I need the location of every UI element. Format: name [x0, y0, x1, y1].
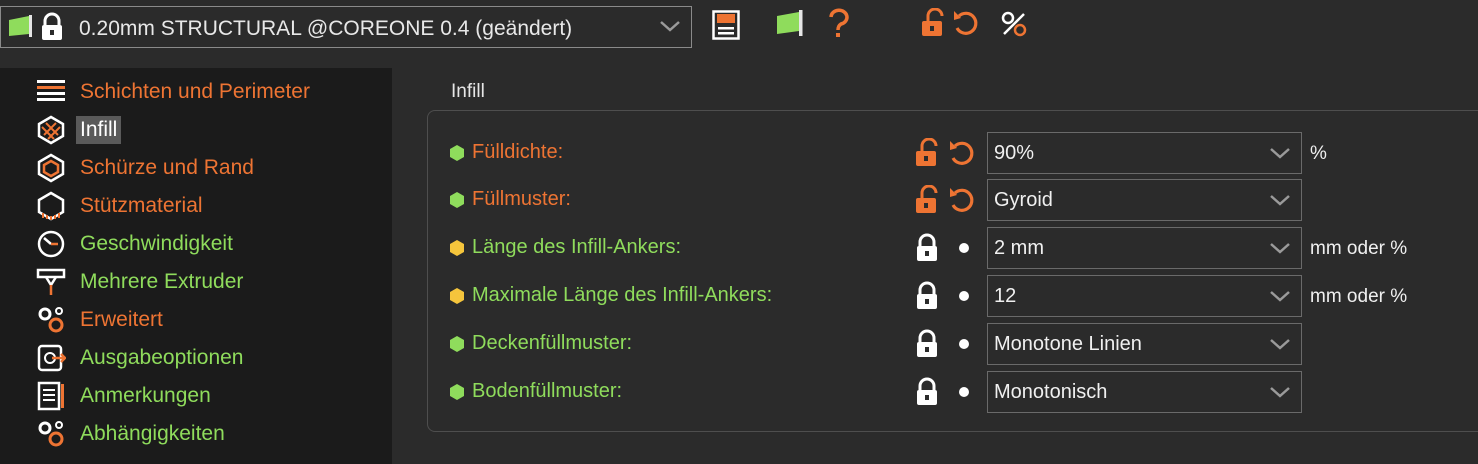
preset-name: 0.20mm STRUCTURAL @COREONE 0.4 (geändert… — [79, 17, 573, 40]
setting-row-infill-anchor: Länge des Infill-Ankers: 2 mm mm oder % — [428, 227, 1478, 269]
combo-value: 12 — [994, 285, 1017, 307]
setting-label: Fülldichte: — [472, 141, 564, 163]
sidebar-item-label: Infill — [76, 116, 122, 144]
chevron-down-icon — [1269, 289, 1291, 308]
infill-anchor-combo[interactable]: 2 mm — [987, 227, 1302, 269]
mode-advanced-icon — [450, 240, 464, 261]
support-icon — [36, 191, 66, 221]
sidebar-item-layers[interactable]: Schichten und Perimeter — [36, 74, 314, 110]
infill-settings-panel: Fülldichte: 90% % Füllmuster: Gyroid Län… — [427, 110, 1478, 432]
mode-simple-icon — [450, 145, 464, 166]
sidebar-item-speed[interactable]: Geschwindigkeit — [36, 226, 237, 262]
setting-unit: mm oder % — [1310, 286, 1408, 307]
mode-simple-icon — [450, 192, 464, 213]
lock-icon[interactable] — [914, 329, 940, 364]
sidebar-item-label: Schürze und Rand — [80, 156, 254, 179]
bullet-icon — [959, 243, 969, 253]
bullet-icon — [959, 387, 969, 397]
sidebar: Schichten und Perimeter Infill Schürze u… — [0, 68, 392, 464]
bullet-icon — [959, 291, 969, 301]
infill-anchor-max-combo[interactable]: 12 — [987, 275, 1302, 317]
sidebar-item-label: Mehrere Extruder — [80, 270, 244, 293]
setting-row-top-fill-pattern: Deckenfüllmuster: Monotone Linien — [428, 323, 1478, 365]
lock-icon[interactable] — [914, 233, 940, 268]
lock-icon[interactable] — [914, 377, 940, 412]
dependencies-icon — [36, 419, 66, 449]
undo-icon[interactable] — [952, 8, 980, 43]
sidebar-item-notes[interactable]: Anmerkungen — [36, 378, 215, 414]
chevron-down-icon — [1269, 241, 1291, 260]
combo-value: Gyroid — [994, 189, 1053, 211]
skirt-icon — [36, 153, 66, 183]
lock-icon[interactable] — [914, 281, 940, 316]
question-icon[interactable] — [826, 8, 852, 45]
sidebar-item-label: Stützmaterial — [80, 194, 203, 217]
compare-icon[interactable] — [1000, 10, 1030, 43]
sidebar-item-label: Ausgabeoptionen — [80, 346, 244, 369]
top-fill-pattern-combo[interactable]: Monotone Linien — [987, 323, 1302, 365]
chevron-down-icon — [1269, 193, 1291, 212]
setting-unit: % — [1310, 143, 1327, 164]
combo-value: Monotone Linien — [994, 333, 1142, 355]
layers-icon — [36, 77, 66, 107]
sidebar-item-extruders[interactable]: Mehrere Extruder — [36, 264, 247, 300]
bullet-icon — [959, 339, 969, 349]
sidebar-item-dependencies[interactable]: Abhängigkeiten — [36, 416, 229, 452]
sidebar-item-label: Erweitert — [80, 308, 163, 331]
sidebar-item-infill[interactable]: Infill — [36, 112, 122, 148]
mode-simple-icon — [450, 384, 464, 405]
setting-label: Füllmuster: — [472, 188, 571, 210]
speed-icon — [36, 229, 66, 259]
chevron-down-icon — [1269, 146, 1291, 165]
sidebar-item-skirt[interactable]: Schürze und Rand — [36, 150, 258, 186]
output-icon — [36, 343, 66, 373]
setting-row-fill-pattern: Füllmuster: Gyroid — [428, 179, 1478, 221]
extruder-icon — [36, 267, 66, 297]
fill-density-combo[interactable]: 90% — [987, 132, 1302, 174]
sidebar-item-advanced[interactable]: Erweitert — [36, 302, 167, 338]
save-icon[interactable] — [712, 10, 740, 45]
sidebar-item-label: Schichten und Perimeter — [80, 80, 310, 103]
gears-icon — [36, 305, 66, 335]
sidebar-item-label: Anmerkungen — [80, 384, 211, 407]
undo-icon[interactable] — [948, 185, 976, 220]
notes-icon — [36, 381, 66, 411]
setting-row-bottom-fill-pattern: Bodenfüllmuster: Monotonisch — [428, 371, 1478, 413]
flag-icon[interactable] — [776, 10, 804, 41]
sidebar-item-support[interactable]: Stützmaterial — [36, 188, 207, 224]
mode-advanced-icon — [450, 288, 464, 309]
section-title: Infill — [451, 81, 485, 102]
fill-pattern-combo[interactable]: Gyroid — [987, 179, 1302, 221]
sidebar-item-label: Abhängigkeiten — [80, 422, 225, 445]
bottom-fill-pattern-combo[interactable]: Monotonisch — [987, 371, 1302, 413]
flag-icon — [7, 14, 33, 43]
setting-label: Deckenfüllmuster: — [472, 332, 633, 354]
sidebar-item-label: Geschwindigkeit — [80, 232, 233, 255]
unlock-icon[interactable] — [914, 137, 942, 173]
setting-row-infill-anchor-max: Maximale Länge des Infill-Ankers: 12 mm … — [428, 275, 1478, 317]
combo-value: 90% — [994, 142, 1035, 164]
infill-icon — [36, 115, 66, 145]
chevron-down-icon — [1269, 337, 1291, 356]
setting-row-fill-density: Fülldichte: 90% % — [428, 132, 1478, 174]
chevron-down-icon — [1269, 385, 1291, 404]
sidebar-item-output[interactable]: Ausgabeoptionen — [36, 340, 247, 376]
toolbar: 0.20mm STRUCTURAL @COREONE 0.4 (geändert… — [0, 0, 1478, 58]
chevron-down-icon — [659, 19, 681, 38]
setting-label: Bodenfüllmuster: — [472, 380, 623, 402]
lock-icon[interactable] — [39, 12, 65, 47]
unlock-icon[interactable] — [920, 7, 948, 43]
mode-simple-icon — [450, 336, 464, 357]
combo-value: Monotonisch — [994, 381, 1108, 403]
unlock-icon[interactable] — [914, 184, 942, 220]
combo-value: 2 mm — [994, 237, 1044, 259]
setting-label: Länge des Infill-Ankers: — [472, 236, 682, 258]
setting-unit: mm oder % — [1310, 238, 1408, 259]
setting-label: Maximale Länge des Infill-Ankers: — [472, 284, 773, 306]
print-preset-select[interactable]: 0.20mm STRUCTURAL @COREONE 0.4 (geändert… — [0, 6, 692, 48]
undo-icon[interactable] — [948, 138, 976, 173]
